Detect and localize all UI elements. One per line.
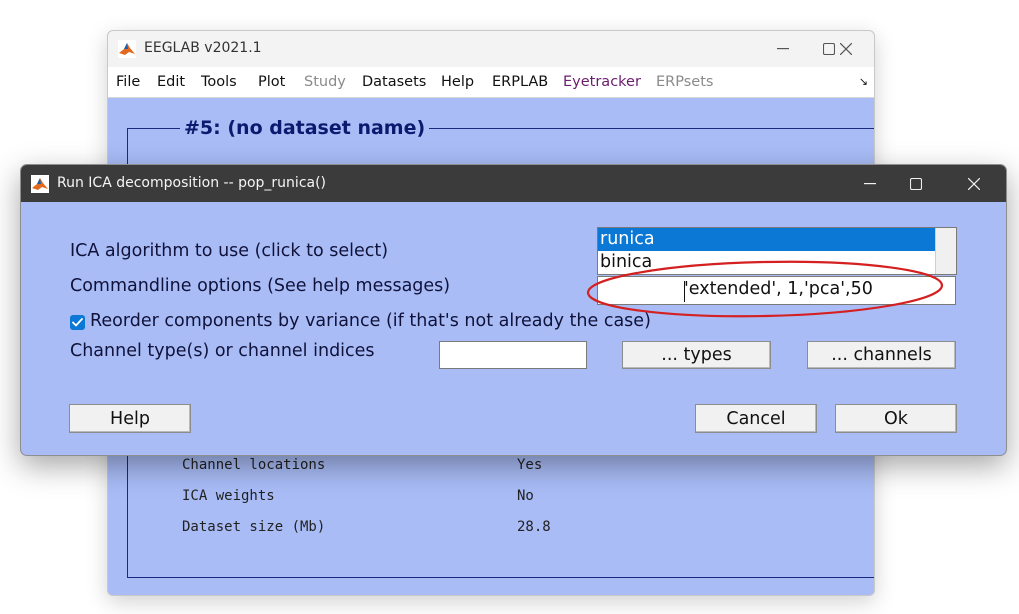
main-window-title: EEGLAB v2021.1 xyxy=(144,40,262,56)
maximize-icon[interactable] xyxy=(893,165,939,202)
algorithm-option-binica[interactable]: binica xyxy=(598,251,936,274)
cancel-button[interactable]: Cancel xyxy=(695,404,817,433)
commandline-options-value: 'extended', 1,'pca',50 xyxy=(684,279,873,299)
minimize-icon[interactable] xyxy=(760,31,806,67)
info-value-channel-locations: Yes xyxy=(517,457,543,473)
help-button[interactable]: Help xyxy=(69,404,191,433)
info-label-dataset-size: Dataset size (Mb) xyxy=(182,519,326,535)
channel-input[interactable] xyxy=(439,341,587,369)
options-label: Commandline options (See help messages) xyxy=(70,276,451,296)
menu-plot[interactable]: Plot xyxy=(258,74,285,90)
listbox-scrollbar[interactable] xyxy=(935,228,956,274)
channel-label: Channel type(s) or channel indices xyxy=(70,341,375,361)
menu-erpsets[interactable]: ERPsets xyxy=(656,74,713,90)
algorithm-label: ICA algorithm to use (click to select) xyxy=(70,241,389,261)
main-menubar: File Edit Tools Plot Study Datasets Help… xyxy=(108,67,874,98)
run-ica-dialog: Run ICA decomposition -- pop_runica() IC… xyxy=(20,164,1007,456)
menu-datasets[interactable]: Datasets xyxy=(362,74,426,90)
algorithm-option-runica[interactable]: runica xyxy=(598,228,936,251)
info-label-channel-locations: Channel locations xyxy=(182,457,326,473)
menu-help[interactable]: Help xyxy=(441,74,474,90)
menu-tools[interactable]: Tools xyxy=(201,74,237,90)
reorder-label: Reorder components by variance (if that'… xyxy=(90,311,651,331)
dataset-title: #5: (no dataset name) xyxy=(180,117,430,139)
reorder-checkbox[interactable] xyxy=(70,315,85,330)
matlab-icon xyxy=(118,40,136,58)
menu-study[interactable]: Study xyxy=(304,74,346,90)
algorithm-listbox[interactable]: runica binica xyxy=(597,227,957,275)
menu-arrow-icon[interactable]: ↘ xyxy=(859,75,868,88)
dialog-titlebar: Run ICA decomposition -- pop_runica() xyxy=(21,165,1006,202)
types-button[interactable]: ... types xyxy=(622,341,771,369)
close-icon[interactable] xyxy=(951,165,997,202)
info-value-dataset-size: 28.8 xyxy=(517,519,551,535)
dialog-title: Run ICA decomposition -- pop_runica() xyxy=(57,175,327,191)
menu-edit[interactable]: Edit xyxy=(157,74,185,90)
close-icon[interactable] xyxy=(822,31,870,67)
ok-button[interactable]: Ok xyxy=(835,404,957,433)
matlab-icon xyxy=(31,175,49,193)
info-label-ica-weights: ICA weights xyxy=(182,488,275,504)
menu-file[interactable]: File xyxy=(116,74,140,90)
menu-eyetracker[interactable]: Eyetracker xyxy=(563,74,641,90)
commandline-options-input[interactable]: 'extended', 1,'pca',50 xyxy=(597,276,956,305)
main-titlebar: EEGLAB v2021.1 xyxy=(108,31,874,67)
menu-erplab[interactable]: ERPLAB xyxy=(492,74,548,90)
channels-button[interactable]: ... channels xyxy=(807,341,956,369)
checkmark-icon xyxy=(72,318,83,327)
info-value-ica-weights: No xyxy=(517,488,534,504)
minimize-icon[interactable] xyxy=(847,165,893,202)
